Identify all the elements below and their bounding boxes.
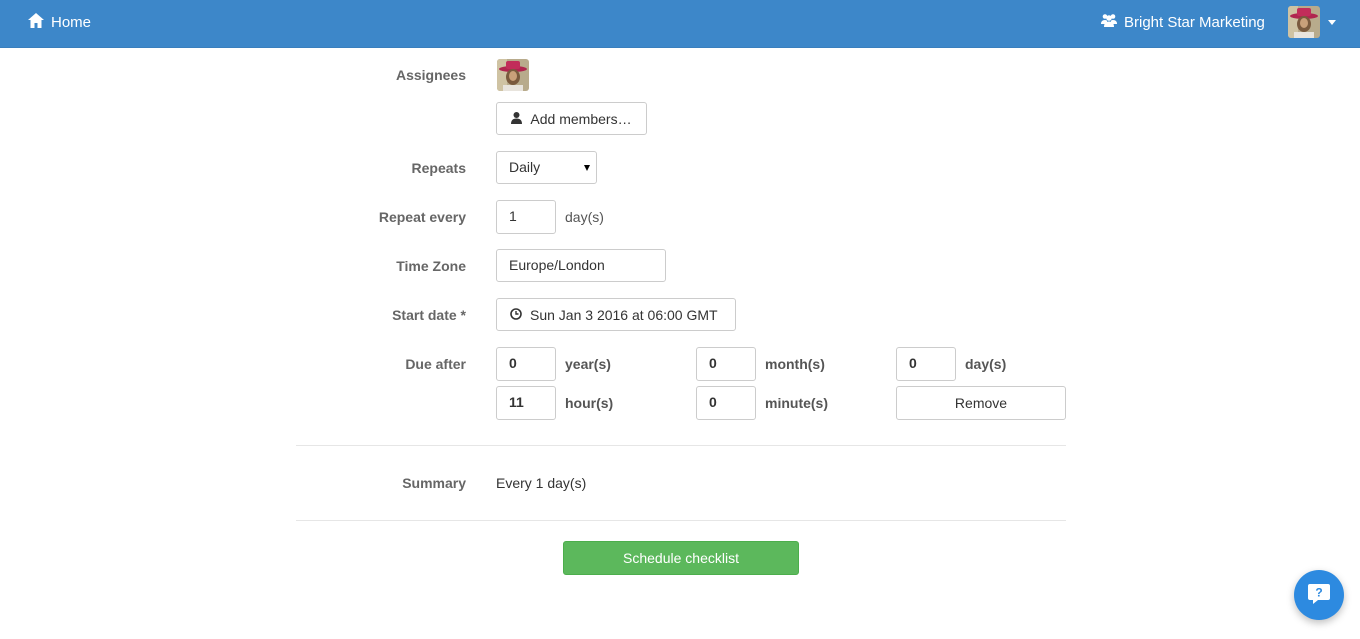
divider [296, 520, 1066, 521]
users-icon [1101, 13, 1117, 31]
caret-down-icon [1328, 19, 1336, 25]
schedule-checklist-button[interactable]: Schedule checklist [563, 541, 799, 575]
start-date-label: Start date * [392, 307, 466, 323]
due-hours-input[interactable]: 11 [496, 386, 556, 420]
due-days-input[interactable]: 0 [896, 347, 956, 381]
help-button[interactable]: ? [1294, 570, 1344, 620]
due-minutes-input[interactable]: 0 [696, 386, 756, 420]
due-years-input[interactable]: 0 [496, 347, 556, 381]
due-months-input[interactable]: 0 [696, 347, 756, 381]
user-avatar [1288, 6, 1320, 38]
help-chat-icon: ? [1307, 582, 1331, 609]
repeats-select[interactable]: Daily [496, 151, 597, 184]
repeat-every-unit: day(s) [565, 209, 604, 225]
repeat-every-input[interactable]: 1 [496, 200, 556, 234]
remove-due-button[interactable]: Remove [896, 386, 1066, 420]
select-caret-icon [584, 165, 590, 171]
summary-value: Every 1 day(s) [496, 475, 587, 491]
home-icon [28, 13, 44, 32]
due-minutes-unit: minute(s) [765, 395, 828, 411]
due-after-label: Due after [405, 356, 466, 372]
divider [296, 445, 1066, 446]
due-years-unit: year(s) [565, 356, 611, 372]
add-members-label: Add members… [530, 110, 632, 127]
user-icon [511, 111, 523, 127]
due-days-unit: day(s) [965, 356, 1007, 372]
summary-label: Summary [402, 475, 466, 491]
repeat-every-label: Repeat every [378, 209, 466, 225]
user-menu[interactable] [1288, 6, 1336, 38]
start-date-picker[interactable]: Sun Jan 3 2016 at 06:00 GMT [496, 298, 736, 331]
organization-link[interactable]: Bright Star Marketing [1101, 13, 1265, 31]
due-months-unit: month(s) [765, 356, 825, 372]
organization-label: Bright Star Marketing [1124, 13, 1265, 31]
time-zone-input[interactable]: Europe/London [496, 249, 666, 282]
svg-text:?: ? [1315, 585, 1322, 599]
home-label: Home [51, 14, 92, 31]
time-zone-label: Time Zone [396, 258, 466, 274]
add-members-button[interactable]: Add members… [496, 102, 647, 135]
start-date-value: Sun Jan 3 2016 at 06:00 GMT [530, 306, 718, 323]
assignees-label: Assignees [395, 67, 466, 83]
clock-icon [510, 307, 522, 323]
due-hours-unit: hour(s) [565, 395, 614, 411]
repeats-label: Repeats [411, 160, 466, 176]
home-link[interactable]: Home [28, 13, 91, 32]
assignee-avatar[interactable] [497, 59, 529, 91]
repeats-value: Daily [509, 159, 541, 175]
top-navbar: Home Bright Star Marketing [0, 0, 1360, 48]
